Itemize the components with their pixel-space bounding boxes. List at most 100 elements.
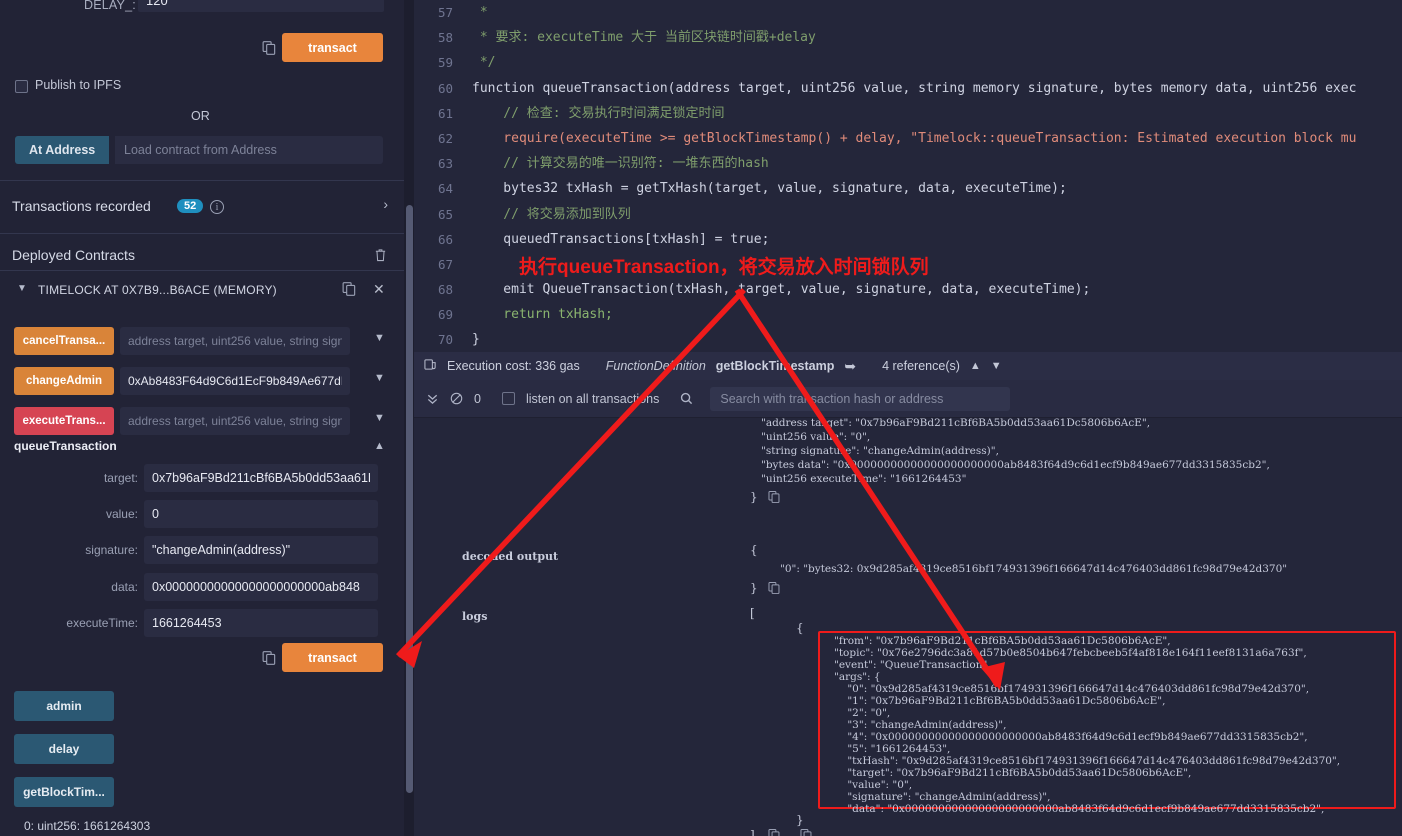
param-input-data[interactable] [144, 573, 378, 601]
code-line: // 计算交易的唯一识别符: 一堆东西的hash [472, 151, 1402, 176]
function-button-changeAdmin[interactable]: changeAdmin [14, 367, 114, 395]
json-close-bracket: ] [750, 828, 755, 836]
terminal-input-json: "uint256 executeTime": "1661264453" [761, 472, 966, 486]
listen-all-transactions-checkbox[interactable] [501, 392, 515, 405]
code-text: * 要求: executeTime 大于 当前区块链时间戳+delay [472, 30, 816, 46]
code-line: * [472, 0, 1402, 25]
param-input-target[interactable] [144, 464, 378, 492]
transact-button-top[interactable]: transact [282, 33, 383, 62]
line-number: 67 [437, 256, 453, 272]
line-number: 62 [437, 130, 453, 146]
line-number: 64 [437, 181, 453, 197]
copy-calldata-icon[interactable] [262, 650, 277, 666]
copy-icon[interactable] [262, 40, 277, 56]
clear-console-icon[interactable] [450, 392, 463, 405]
code-line: emit QueueTransaction(txHash, target, va… [472, 277, 1402, 302]
view-button-delay[interactable]: delay [14, 734, 114, 764]
function-button-cancelTransaction[interactable]: cancelTransa... [14, 327, 114, 355]
json-line: "address target": "0x7b96aF9Bd211cBf6BA5… [761, 418, 1151, 429]
chevron-down-icon[interactable]: ▼ [374, 412, 385, 424]
view-button-getBlockTimestamp[interactable]: getBlockTim... [14, 777, 114, 807]
code-text: * [472, 5, 488, 20]
function-button-executeTransaction[interactable]: executeTrans... [14, 407, 114, 435]
param-label-target: target: [103, 471, 138, 485]
code-lines[interactable]: * * 要求: executeTime 大于 当前区块链时间戳+delay */… [472, 0, 1402, 352]
copy-address-icon[interactable] [342, 281, 357, 297]
chevron-right-icon[interactable]: › [383, 196, 388, 212]
json-line: "0": "bytes32: 0x9d285af4319ce8516bf1749… [780, 563, 1288, 575]
chevron-down-icon[interactable]: ▼ [374, 332, 385, 344]
json-open-bracket: [ [750, 606, 755, 620]
node-name: getBlockTimestamp [715, 359, 835, 373]
pending-transactions-count: 0 [474, 391, 481, 406]
param-input-executeTime[interactable] [144, 609, 378, 637]
collapse-all-icon[interactable] [426, 392, 439, 405]
terminal-search-input[interactable] [710, 386, 1011, 411]
line-number: 59 [437, 55, 453, 71]
terminal-toolbar: 0 listen on all transactions [414, 380, 1402, 418]
terminal-input-json: "bytes data": "0x00000000000000000000000… [761, 458, 1270, 472]
function-input-executeTransaction[interactable] [120, 407, 350, 435]
execution-cost: Execution cost: 336 gas [447, 359, 580, 373]
code-text: // 检查: 交易执行时间满足锁定时间 [472, 105, 725, 121]
code-line: */ [472, 50, 1402, 75]
copy-icon[interactable] [768, 828, 781, 836]
publish-ipfs-label: Publish to IPFS [35, 78, 122, 92]
at-address-button[interactable]: At Address [15, 136, 110, 164]
transact-button-queue[interactable]: transact [282, 643, 383, 672]
json-line: "uint256 executeTime": "1661264453" [761, 473, 967, 485]
param-input-signature[interactable] [144, 536, 378, 564]
transactions-recorded-row[interactable]: Transactions recorded 52 i › [0, 181, 404, 233]
reference-count[interactable]: 4 reference(s) [882, 359, 960, 373]
search-icon[interactable] [680, 392, 693, 405]
code-text: return txHash; [472, 307, 613, 323]
line-number: 63 [437, 156, 453, 172]
line-number: 60 [437, 80, 453, 96]
chevron-down-icon[interactable]: ▼ [17, 283, 27, 294]
return-value: 0: uint256: 1661264303 [24, 819, 151, 833]
code-editor[interactable]: 57 58 59 60 61 62 63 64 65 66 67 68 69 7… [414, 0, 1402, 352]
code-text: // 将交易添加到队列 [472, 206, 631, 222]
close-contract-icon[interactable]: ✕ [373, 281, 385, 298]
delay-label: DELAY_: [84, 0, 136, 12]
code-text: } [472, 332, 480, 348]
line-number: 70 [437, 332, 453, 348]
view-button-admin[interactable]: admin [14, 691, 114, 721]
json-open-brace: { [796, 621, 804, 635]
terminal-output[interactable]: "address target": "0x7b96aF9Bd211cBf6BA5… [414, 418, 1402, 836]
chevron-up-icon[interactable]: ▲ [374, 440, 385, 452]
function-label-queueTransaction[interactable]: queueTransaction [14, 439, 117, 453]
jump-to-icon[interactable]: ➥ [844, 358, 856, 375]
json-close-brace: } [796, 813, 804, 827]
code-line: return txHash; [472, 302, 1402, 327]
chevron-down-icon[interactable]: ▼ [991, 360, 1002, 372]
json-line: "string signature": "changeAdmin(address… [761, 445, 999, 457]
transactions-recorded-count: 52 [177, 199, 204, 213]
line-number: 66 [437, 231, 453, 247]
divider [0, 270, 404, 271]
json-open-brace: { [750, 543, 758, 557]
param-label-value: value: [105, 507, 138, 521]
at-address-input[interactable] [115, 136, 383, 164]
left-panel-scrollbar[interactable] [406, 205, 413, 793]
chevron-up-icon[interactable]: ▲ [970, 360, 981, 372]
delay-input[interactable] [138, 0, 384, 12]
code-text: require(executeTime >= getBlockTimestamp… [472, 130, 1357, 146]
transactions-recorded-label: Transactions recorded [12, 198, 151, 214]
code-text: bytes32 txHash = getTxHash(target, value… [472, 181, 1067, 197]
info-icon[interactable]: i [210, 200, 224, 214]
function-input-changeAdmin[interactable] [120, 367, 350, 395]
code-line: require(executeTime >= getBlockTimestamp… [472, 126, 1402, 151]
logs-label: logs [462, 610, 488, 623]
line-number-gutter: 57 58 59 60 61 62 63 64 65 66 67 68 69 7… [414, 0, 462, 352]
copy-icon[interactable] [768, 490, 781, 507]
param-input-value[interactable] [144, 500, 378, 528]
publish-ipfs-checkbox[interactable] [15, 80, 28, 93]
trash-icon[interactable] [374, 248, 387, 267]
copy-icon[interactable] [768, 581, 781, 598]
copy-icon[interactable] [800, 828, 813, 836]
code-line: // 将交易添加到队列 [472, 202, 1402, 227]
chevron-down-icon[interactable]: ▼ [374, 372, 385, 384]
function-input-cancelTransaction[interactable] [120, 327, 350, 355]
or-label: OR [191, 109, 210, 123]
